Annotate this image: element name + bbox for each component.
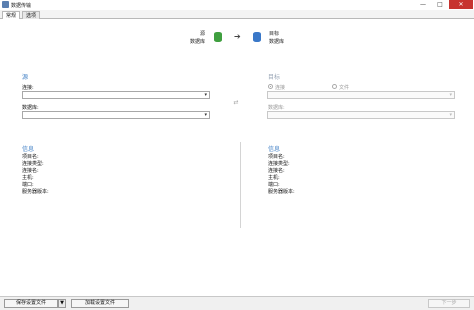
target-info-conn-type: 连接类型: — [268, 161, 290, 167]
target-heading: 目标 — [268, 74, 281, 81]
source-connection-select[interactable]: ▾ — [22, 91, 210, 99]
source-database-label: 数据库: — [22, 105, 39, 111]
close-button[interactable]: ✕ — [449, 0, 473, 9]
flow-target-label: 目标 — [269, 31, 280, 37]
source-info-conn-name: 连接名: — [22, 168, 39, 174]
source-info-heading: 信息 — [22, 146, 35, 153]
bottom-bar: 保存设置文件 ▼ 加载设置文件 下一步 — [0, 296, 474, 310]
target-radio-file[interactable] — [332, 84, 337, 89]
save-settings-button[interactable]: 保存设置文件 — [4, 299, 58, 308]
maximize-button[interactable]: □ — [432, 0, 448, 9]
target-database-label: 数据库: — [268, 105, 285, 111]
app-icon — [2, 1, 9, 8]
target-info-project: 项目名: — [268, 154, 285, 160]
target-database-icon — [253, 32, 261, 42]
info-divider — [240, 142, 241, 228]
target-radio-file-label: 文件 — [339, 85, 350, 91]
target-info-host: 主机: — [268, 175, 280, 181]
source-info-host: 主机: — [22, 175, 34, 181]
target-info-port: 端口: — [268, 182, 280, 188]
target-connection-select[interactable]: ▾ — [267, 91, 455, 99]
target-info-heading: 信息 — [268, 146, 281, 153]
flow-source-label: 源 — [200, 31, 206, 37]
source-info-port: 端口: — [22, 182, 34, 188]
source-info-server-version: 服务器版本: — [22, 189, 49, 195]
chevron-down-icon: ▾ — [449, 112, 452, 118]
tab-options[interactable]: 选项 — [22, 11, 41, 19]
flow-target-sub: 数据库 — [269, 39, 285, 45]
target-info-conn-name: 连接名: — [268, 168, 285, 174]
target-radio-connection-label: 连接 — [275, 85, 286, 91]
tab-general[interactable]: 常规 — [2, 11, 21, 19]
minimize-button[interactable]: — — [415, 0, 431, 9]
window-title: 数据传输 — [11, 3, 32, 9]
flow-source-sub: 数据库 — [190, 39, 206, 45]
target-info-server-version: 服务器版本: — [268, 189, 295, 195]
load-settings-button[interactable]: 加载设置文件 — [71, 299, 129, 308]
next-button[interactable]: 下一步 — [428, 299, 470, 308]
swap-icon[interactable]: ⇄ — [232, 99, 240, 107]
save-settings-dropdown-button[interactable]: ▼ — [58, 299, 66, 308]
source-database-select[interactable]: ▾ — [22, 111, 210, 119]
target-database-select[interactable]: ▾ — [267, 111, 455, 119]
source-connection-label: 连接: — [22, 85, 34, 91]
chevron-down-icon: ▾ — [204, 92, 207, 98]
tab-bar: 常规 选项 — [0, 10, 474, 19]
target-radio-connection[interactable] — [268, 84, 273, 89]
source-info-project: 项目名: — [22, 154, 39, 160]
arrow-right-icon: ➔ — [234, 32, 241, 41]
chevron-down-icon: ▾ — [204, 112, 207, 118]
title-bar: 数据传输 — □ ✕ — [0, 0, 474, 10]
chevron-down-icon: ▾ — [449, 92, 452, 98]
source-database-icon — [214, 32, 222, 42]
source-heading: 源 — [22, 74, 29, 81]
source-info-conn-type: 连接类型: — [22, 161, 44, 167]
